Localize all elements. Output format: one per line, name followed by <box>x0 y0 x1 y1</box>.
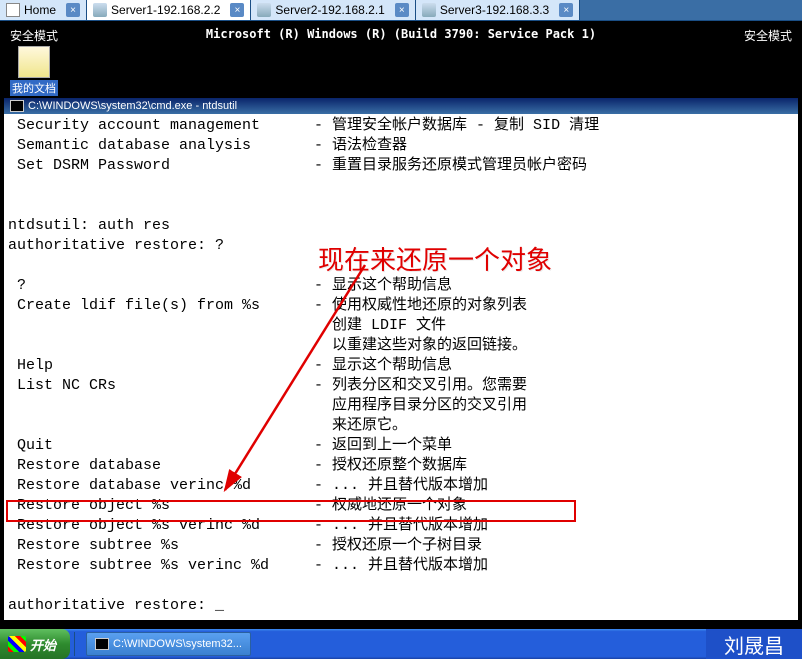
my-documents-icon[interactable]: 我的文档 <box>10 46 58 96</box>
build-info: Microsoft (R) Windows (R) (Build 3790: S… <box>206 27 596 41</box>
watermark-text: 刘晟昌 <box>724 630 784 659</box>
desktop: 安全模式 Microsoft (R) Windows (R) (Build 37… <box>0 21 802 95</box>
close-icon[interactable]: × <box>559 3 573 17</box>
tab-label: Server3-192.168.3.3 <box>440 3 549 17</box>
tab-label: Server2-192.168.2.1 <box>275 3 384 17</box>
home-icon <box>6 3 20 17</box>
taskbar-item-cmd[interactable]: C:\WINDOWS\system32... <box>86 632 251 656</box>
cmd-titlebar[interactable]: C:\WINDOWS\system32\cmd.exe - ntdsutil <box>4 98 798 114</box>
tab-label: Server1-192.168.2.2 <box>111 3 220 17</box>
safe-mode-label-left: 安全模式 <box>10 27 58 44</box>
cmd-title-text: C:\WINDOWS\system32\cmd.exe - ntdsutil <box>28 100 237 112</box>
close-icon[interactable]: × <box>230 3 244 17</box>
folder-icon <box>18 46 50 78</box>
start-button[interactable]: 开始 <box>0 629 70 659</box>
watermark: 刘晟昌 <box>706 629 802 659</box>
windows-flag-icon <box>8 636 26 652</box>
cmd-body[interactable]: Security account management - 管理安全帐户数据库 … <box>4 114 798 620</box>
close-icon[interactable]: × <box>66 3 80 17</box>
annotation-text: 现在来还原一个对象 <box>318 240 552 277</box>
server-icon <box>422 3 436 17</box>
tab-server1[interactable]: Server1-192.168.2.2 × <box>87 0 251 20</box>
cmd-icon <box>10 100 24 112</box>
task-label: C:\WINDOWS\system32... <box>113 638 242 650</box>
start-label: 开始 <box>30 635 56 654</box>
server-icon <box>93 3 107 17</box>
cmd-window: C:\WINDOWS\system32\cmd.exe - ntdsutil S… <box>3 97 799 621</box>
taskbar-separator <box>74 632 80 656</box>
safe-mode-label-right: 安全模式 <box>744 27 792 44</box>
close-icon[interactable]: × <box>395 3 409 17</box>
tabs-bar: Home × Server1-192.168.2.2 × Server2-192… <box>0 0 802 21</box>
tab-server2[interactable]: Server2-192.168.2.1 × <box>251 0 415 20</box>
tab-home[interactable]: Home × <box>0 0 87 20</box>
cmd-icon <box>95 638 109 650</box>
server-icon <box>257 3 271 17</box>
tab-server3[interactable]: Server3-192.168.3.3 × <box>416 0 580 20</box>
tab-label: Home <box>24 3 56 17</box>
highlight-box <box>6 500 576 522</box>
taskbar: 开始 C:\WINDOWS\system32... 刘晟昌 <box>0 629 802 659</box>
icon-label: 我的文档 <box>10 80 58 96</box>
